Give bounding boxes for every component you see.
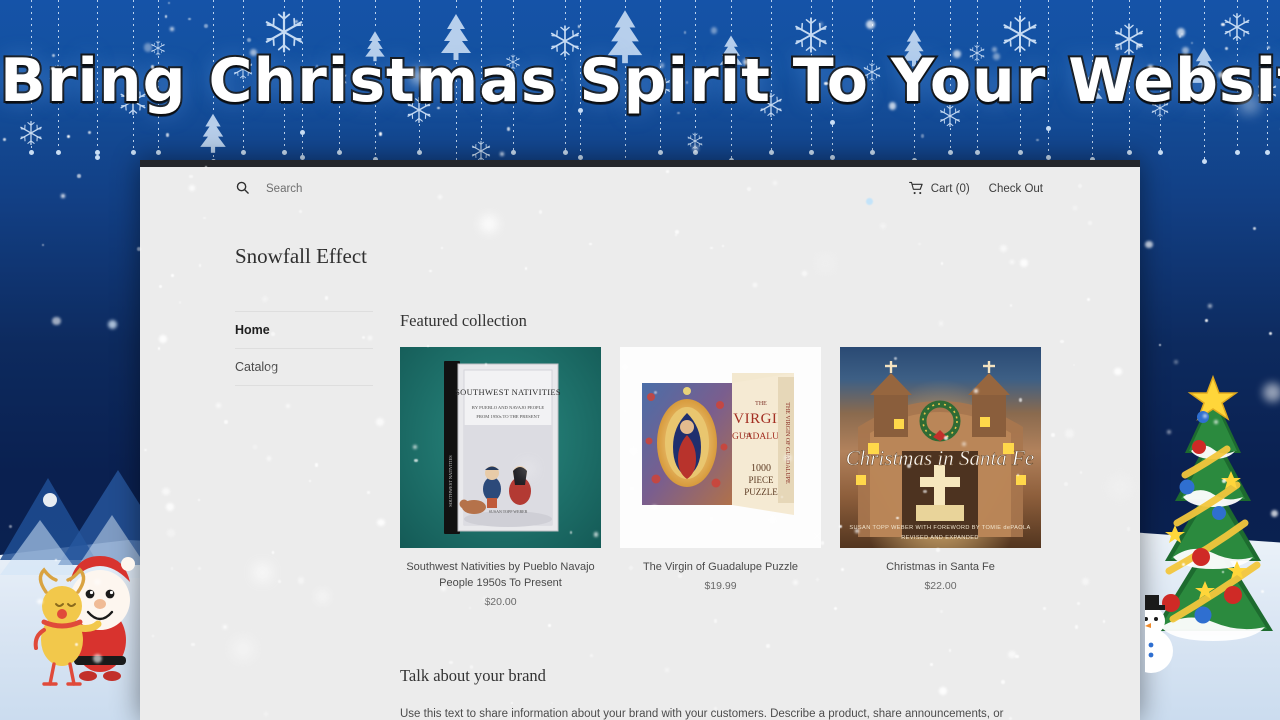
- svg-text:PIECE: PIECE: [748, 475, 774, 485]
- product-image[interactable]: Christmas in Santa Fe SUSAN TOPP WEBER W…: [840, 347, 1041, 548]
- svg-text:FROM 1950s TO THE PRESENT: FROM 1950s TO THE PRESENT: [476, 414, 539, 419]
- svg-text:SOUTHWEST NATIVITIES: SOUTHWEST NATIVITIES: [455, 387, 561, 397]
- book-cover-christmas-in-santa-fe: Christmas in Santa Fe SUSAN TOPP WEBER W…: [840, 347, 1041, 548]
- svg-text:SUSAN TOPP WEBER: SUSAN TOPP WEBER: [489, 509, 528, 514]
- header-actions: Cart (0) Check Out: [908, 181, 1043, 198]
- store-page: Search Cart (0) Check Out Snowfall Effec…: [140, 167, 1140, 720]
- search-input[interactable]: Search: [266, 183, 302, 195]
- svg-text:BY PUEBLO AND NAVAJO PEOPLE: BY PUEBLO AND NAVAJO PEOPLE: [472, 405, 545, 410]
- svg-text:Christmas in Santa Fe: Christmas in Santa Fe: [846, 446, 1034, 470]
- featured-collection-heading: Featured collection: [400, 311, 527, 330]
- browser-window: Search Cart (0) Check Out Snowfall Effec…: [140, 160, 1140, 720]
- store-body: Home Catalog Featured collection SOUTHWE…: [140, 269, 1140, 720]
- christmas-tree-illustration: [1145, 375, 1273, 673]
- promo-headline: Bring Christmas Spirit To Your Website: [0, 44, 1280, 118]
- santa-and-reindeer-illustration: [33, 556, 135, 686]
- svg-text:PUZZLE: PUZZLE: [744, 487, 778, 497]
- svg-text:REVISED AND EXPANDED: REVISED AND EXPANDED: [901, 535, 979, 541]
- product-title[interactable]: Southwest Nativities by Pueblo Navajo Pe…: [400, 560, 601, 592]
- product-image[interactable]: SOUTHWEST NATIVITIES BY PUEBLO AND NAVAJ…: [400, 347, 601, 548]
- svg-text:THE VIRGIN OF GUADALUPE: THE VIRGIN OF GUADALUPE: [784, 402, 790, 484]
- brand-section: Talk about your brand Use this text to s…: [400, 666, 1045, 720]
- store-header: Search Cart (0) Check Out: [140, 167, 1140, 198]
- sidebar-item-catalog[interactable]: Catalog: [235, 349, 373, 386]
- product-card[interactable]: THE VIRGIN OF GUADALUPE 1000 PIECE PUZZL…: [620, 347, 821, 608]
- sidebar-nav: Home Catalog: [235, 311, 383, 720]
- svg-text:THE: THE: [755, 401, 767, 407]
- search-box[interactable]: Search: [235, 180, 302, 198]
- sidebar-item-home[interactable]: Home: [235, 311, 373, 349]
- cart-link[interactable]: Cart (0): [908, 181, 970, 198]
- product-price: $19.99: [704, 579, 737, 592]
- checkout-link[interactable]: Check Out: [989, 183, 1043, 195]
- search-icon[interactable]: [235, 180, 250, 198]
- product-card[interactable]: SOUTHWEST NATIVITIES BY PUEBLO AND NAVAJ…: [400, 347, 601, 608]
- svg-text:SOUTHWEST NATIVITIES: SOUTHWEST NATIVITIES: [448, 455, 453, 507]
- svg-text:1000: 1000: [751, 463, 771, 474]
- main-content: Featured collection SOUTHWEST NATIVITIES…: [383, 311, 1140, 720]
- brand-heading: Talk about your brand: [400, 665, 546, 685]
- book-cover-southwest-nativities: SOUTHWEST NATIVITIES BY PUEBLO AND NAVAJ…: [400, 347, 601, 548]
- product-image[interactable]: THE VIRGIN OF GUADALUPE 1000 PIECE PUZZL…: [620, 347, 821, 548]
- product-card[interactable]: Christmas in Santa Fe SUSAN TOPP WEBER W…: [840, 347, 1041, 608]
- browser-titlebar: [140, 160, 1140, 167]
- brand-body: Use this text to share information about…: [400, 707, 1004, 720]
- product-price: $20.00: [484, 595, 517, 608]
- cart-label[interactable]: Cart (0): [931, 183, 970, 195]
- store-title: Snowfall Effect: [235, 244, 367, 268]
- svg-text:SUSAN TOPP WEBER WITH FOREWORD: SUSAN TOPP WEBER WITH FOREWORD BY TOMIE …: [849, 525, 1030, 531]
- product-price: $22.00: [924, 579, 957, 592]
- product-title[interactable]: The Virgin of Guadalupe Puzzle: [620, 560, 821, 576]
- product-grid: SOUTHWEST NATIVITIES BY PUEBLO AND NAVAJ…: [400, 347, 1045, 608]
- product-title[interactable]: Christmas in Santa Fe: [840, 560, 1041, 576]
- shopping-cart-icon[interactable]: [908, 181, 924, 198]
- puzzle-box-virgin-of-guadalupe: THE VIRGIN OF GUADALUPE 1000 PIECE PUZZL…: [620, 347, 821, 548]
